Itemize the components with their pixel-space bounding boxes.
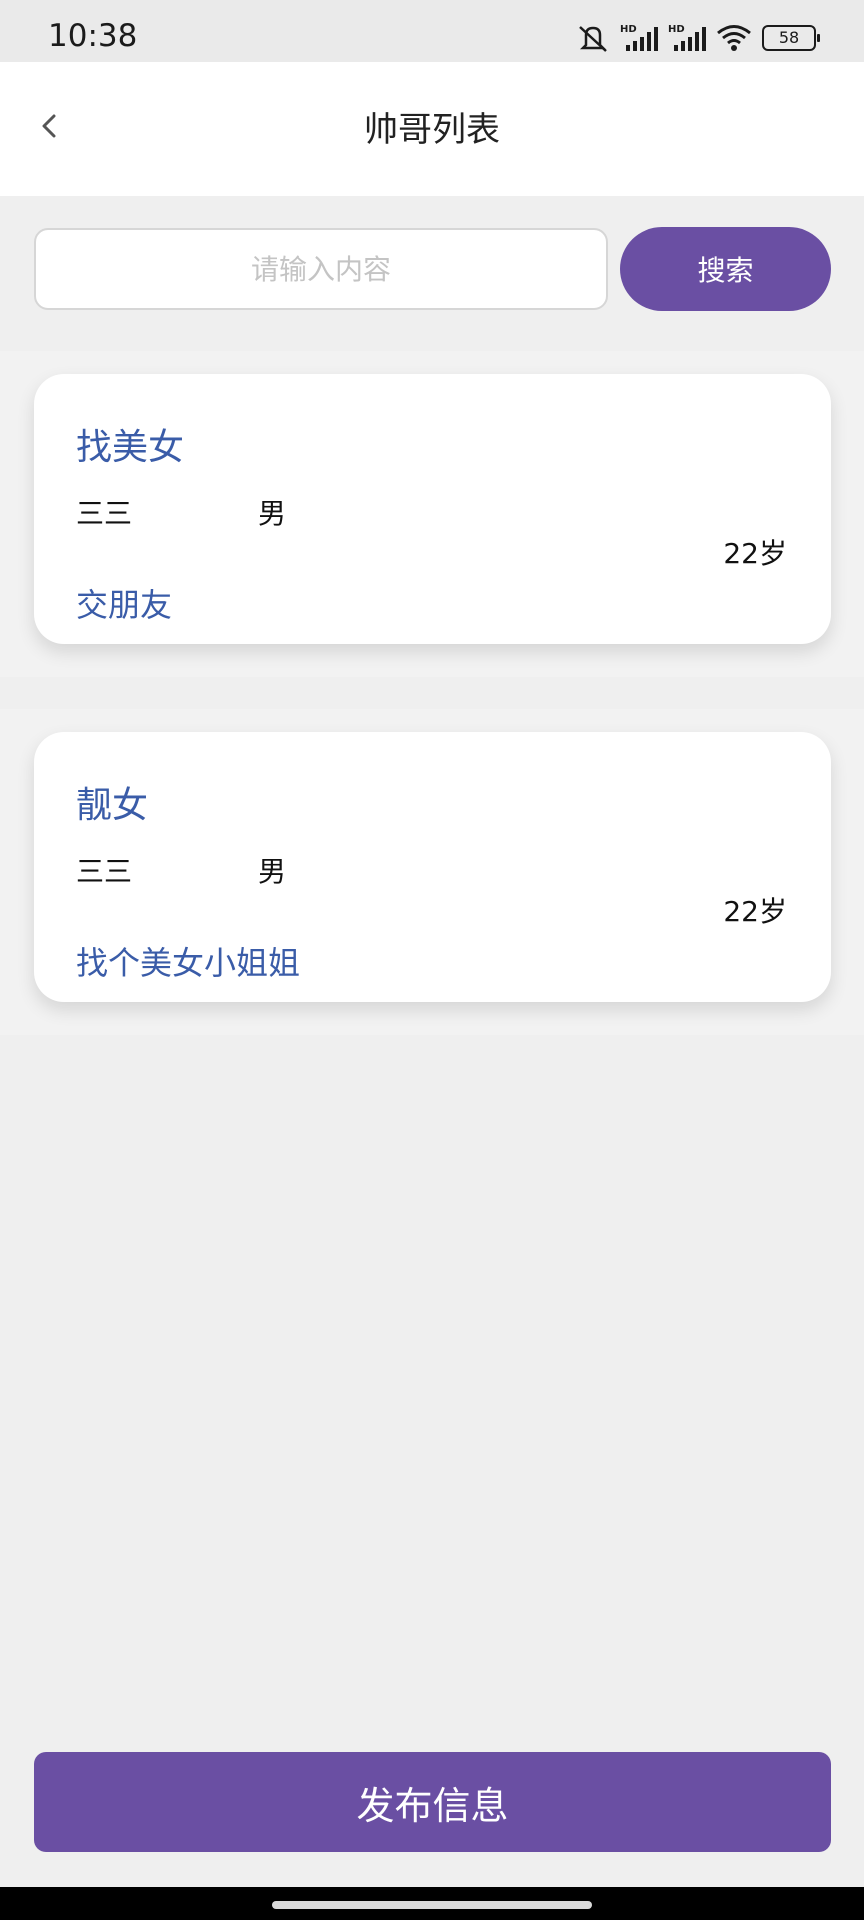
svg-text:HD: HD: [668, 24, 685, 35]
card-gender: 男: [258, 497, 287, 530]
list-item-band: 靓女 三三 男 22岁 找个美女小姐姐: [0, 709, 864, 1035]
status-time: 10:38: [48, 18, 138, 54]
list-item[interactable]: 找美女 三三 男 22岁 交朋友: [34, 374, 831, 644]
list-item-band: 找美女 三三 男 22岁 交朋友: [0, 351, 864, 677]
screen: 10:38 HD HD 58 帅哥列表 请输入内容 搜索 找美女 三三 男 22…: [0, 0, 864, 1920]
card-title: 靓女: [76, 785, 149, 826]
page-title: 帅哥列表: [364, 110, 500, 150]
card-age: 22岁: [723, 537, 787, 570]
svg-text:HD: HD: [620, 24, 637, 35]
status-bar: 10:38 HD HD 58: [0, 0, 864, 62]
search-input[interactable]: [34, 228, 608, 310]
publish-button[interactable]: 发布信息: [34, 1752, 831, 1852]
card-title: 找美女: [76, 427, 185, 468]
wifi-icon: [716, 23, 752, 53]
card-age: 22岁: [723, 895, 787, 928]
card-gender: 男: [258, 855, 287, 888]
status-icons: HD HD 58: [576, 18, 820, 58]
card-description: 找个美女小姐姐: [76, 944, 301, 982]
header: 帅哥列表: [0, 62, 864, 196]
hd-signal-icon: HD: [620, 23, 658, 53]
card-name: 三三: [76, 497, 133, 530]
hd-signal-icon: HD: [668, 23, 706, 53]
home-indicator[interactable]: [272, 1901, 592, 1909]
card-description: 交朋友: [76, 586, 173, 624]
navigation-bar: [0, 1887, 864, 1920]
battery-icon: 58: [762, 25, 820, 51]
search-area: 搜索: [0, 196, 864, 351]
search-button[interactable]: 搜索: [620, 227, 831, 311]
list-item[interactable]: 靓女 三三 男 22岁 找个美女小姐姐: [34, 732, 831, 1002]
mute-icon: [576, 23, 610, 53]
card-name: 三三: [76, 855, 133, 888]
